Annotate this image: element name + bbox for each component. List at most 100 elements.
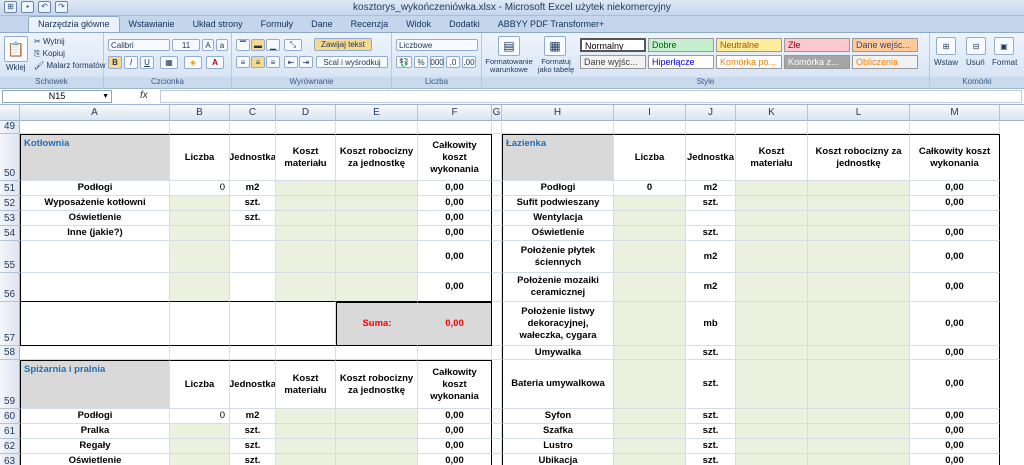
- shrink-font-icon[interactable]: a: [216, 39, 228, 51]
- cell[interactable]: [492, 409, 502, 424]
- thousands-icon[interactable]: 000: [430, 56, 444, 68]
- right-header-1[interactable]: Jednostka: [686, 134, 736, 181]
- left1-item-name[interactable]: Inne (jakie?): [20, 226, 170, 241]
- left1-header-3[interactable]: Koszt robocizny za jednostkę: [336, 134, 418, 181]
- cell[interactable]: [492, 439, 502, 454]
- left2-item-name[interactable]: Pralka: [20, 424, 170, 439]
- cell[interactable]: [492, 273, 502, 302]
- row-header-53[interactable]: 53: [0, 211, 20, 226]
- right-item-material[interactable]: [736, 226, 808, 241]
- right-item-total[interactable]: 0,00: [910, 424, 1000, 439]
- column-header-G[interactable]: G: [492, 105, 502, 121]
- copy-button[interactable]: ⎘ Kopiuj: [34, 49, 65, 59]
- font-color-icon[interactable]: A: [206, 56, 224, 69]
- right-item-qty[interactable]: [614, 211, 686, 226]
- merge-center-button[interactable]: Scal i wyśrodkuj: [316, 56, 388, 68]
- row-header-49[interactable]: 49: [0, 121, 20, 134]
- left1-item-unit[interactable]: m2: [230, 181, 276, 196]
- right-item-total[interactable]: 0,00: [910, 302, 1000, 346]
- left2-header-2[interactable]: Koszt materiału: [276, 360, 336, 409]
- left1-item-total[interactable]: 0,00: [418, 226, 492, 241]
- right-item-total[interactable]: 0,00: [910, 196, 1000, 211]
- left1-item-labour[interactable]: [336, 273, 418, 302]
- cell[interactable]: [492, 121, 502, 134]
- column-header-M[interactable]: M: [910, 105, 1000, 121]
- right-item-total[interactable]: 0,00: [910, 439, 1000, 454]
- sum-label[interactable]: Suma:: [336, 302, 418, 346]
- cell-style-9[interactable]: Obliczenia: [852, 55, 918, 69]
- tab-4[interactable]: Dane: [302, 17, 342, 32]
- right-header-0[interactable]: Liczba: [614, 134, 686, 181]
- cell[interactable]: [230, 346, 276, 360]
- left1-empty[interactable]: [20, 302, 170, 346]
- left1-item-total[interactable]: 0,00: [418, 273, 492, 302]
- left2-item-labour[interactable]: [336, 424, 418, 439]
- row-header-61[interactable]: 61: [0, 424, 20, 439]
- tab-6[interactable]: Widok: [397, 17, 440, 32]
- column-header-K[interactable]: K: [736, 105, 808, 121]
- chevron-down-icon[interactable]: ▼: [102, 91, 109, 102]
- right-item-labour[interactable]: [808, 196, 910, 211]
- row-header-58[interactable]: 58: [0, 346, 20, 360]
- right-item-labour[interactable]: [808, 241, 910, 273]
- left1-item-name[interactable]: Wyposażenie kotłowni: [20, 196, 170, 211]
- left2-item-total[interactable]: 0,00: [418, 454, 492, 465]
- format-painter-button[interactable]: 🖌 Malarz formatów: [34, 61, 106, 70]
- font-name-select[interactable]: Calibri: [108, 39, 170, 51]
- bold-button[interactable]: B: [108, 56, 122, 69]
- right-header-3[interactable]: Koszt robocizny za jednostkę: [808, 134, 910, 181]
- right-item-material[interactable]: [736, 302, 808, 346]
- left2-item-total[interactable]: 0,00: [418, 424, 492, 439]
- left1-item-qty[interactable]: [170, 226, 230, 241]
- cell[interactable]: [492, 302, 502, 346]
- right-item-labour[interactable]: [808, 211, 910, 226]
- left2-item-material[interactable]: [276, 424, 336, 439]
- right-item-material[interactable]: [736, 424, 808, 439]
- column-header-J[interactable]: J: [686, 105, 736, 121]
- left1-item-unit[interactable]: szt.: [230, 196, 276, 211]
- cell[interactable]: [614, 121, 686, 134]
- cell[interactable]: [492, 360, 502, 409]
- tab-5[interactable]: Recenzja: [342, 17, 398, 32]
- right-item-total[interactable]: 0,00: [910, 454, 1000, 465]
- row-header-54[interactable]: 54: [0, 226, 20, 241]
- cell[interactable]: [276, 121, 336, 134]
- left1-item-unit[interactable]: szt.: [230, 211, 276, 226]
- column-header-C[interactable]: C: [230, 105, 276, 121]
- align-middle-icon[interactable]: ▬: [251, 39, 265, 51]
- right-item-name[interactable]: Syfon: [502, 409, 614, 424]
- left2-item-labour[interactable]: [336, 454, 418, 465]
- align-left-icon[interactable]: ≡: [236, 56, 250, 68]
- conditional-format-button[interactable]: Formatowanie warunkowe: [484, 58, 534, 74]
- left2-item-qty[interactable]: 0: [170, 409, 230, 424]
- cell-style-1[interactable]: Dobre: [648, 38, 714, 52]
- right-item-qty[interactable]: [614, 302, 686, 346]
- cell[interactable]: [170, 121, 230, 134]
- format-table-icon[interactable]: ▦: [544, 36, 566, 56]
- cell[interactable]: [276, 346, 336, 360]
- left2-header-0[interactable]: Liczba: [170, 360, 230, 409]
- format-cells-icon[interactable]: ▣: [994, 37, 1014, 55]
- right-item-labour[interactable]: [808, 454, 910, 465]
- column-header-H[interactable]: H: [502, 105, 614, 121]
- cell[interactable]: [336, 346, 418, 360]
- left1-item-name[interactable]: [20, 241, 170, 273]
- cell[interactable]: [910, 121, 1000, 134]
- cell-style-0[interactable]: Normalny: [580, 38, 646, 52]
- cell[interactable]: [492, 241, 502, 273]
- right-item-name[interactable]: Położenie płytek ściennych: [502, 241, 614, 273]
- left2-header-3[interactable]: Koszt robocizny za jednostkę: [336, 360, 418, 409]
- left1-item-qty[interactable]: [170, 241, 230, 273]
- cell[interactable]: [20, 346, 170, 360]
- left2-item-qty[interactable]: [170, 454, 230, 465]
- underline-button[interactable]: U: [140, 56, 154, 69]
- left2-item-material[interactable]: [276, 454, 336, 465]
- tab-0[interactable]: Narzędzia główne: [28, 16, 120, 32]
- cell-style-7[interactable]: Komórka po...: [716, 55, 782, 69]
- right-item-unit[interactable]: szt.: [686, 439, 736, 454]
- name-box[interactable]: N15 ▼: [2, 90, 112, 103]
- right-title[interactable]: Łazienka: [502, 134, 614, 181]
- left1-empty[interactable]: [230, 302, 276, 346]
- cell[interactable]: [492, 196, 502, 211]
- left2-item-name[interactable]: Oświetlenie: [20, 454, 170, 465]
